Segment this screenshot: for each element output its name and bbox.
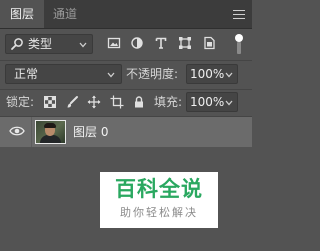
chevron-down-icon xyxy=(107,72,115,78)
divider xyxy=(0,60,252,61)
watermark-title: 百科全说 xyxy=(115,177,203,201)
eye-icon[interactable] xyxy=(9,125,25,137)
tab-layers[interactable]: 图层 xyxy=(0,0,44,28)
blend-mode-value: 正常 xyxy=(14,67,39,81)
watermark-logo: 百科全说 助你轻松解决 xyxy=(100,172,218,228)
filter-kind-select[interactable]: 类型 xyxy=(5,34,93,54)
layer-name[interactable]: 图层 0 xyxy=(73,117,108,147)
toggle-bar xyxy=(237,42,241,54)
layer-thumbnail[interactable] xyxy=(35,120,66,144)
image-filter-icon[interactable] xyxy=(107,36,121,50)
lock-artboard-icon[interactable] xyxy=(110,95,124,109)
opacity-label: 不透明度: xyxy=(126,67,179,81)
opacity-field[interactable]: 100% xyxy=(186,64,238,84)
lock-label: 锁定: xyxy=(6,95,35,109)
lock-fill-row: 锁定: 填充: 100% xyxy=(0,92,252,114)
adjustment-filter-icon[interactable] xyxy=(130,36,144,50)
blend-mode-select[interactable]: 正常 xyxy=(5,64,122,84)
opacity-value: 100% xyxy=(190,67,225,81)
filter-toggle-switch[interactable] xyxy=(235,34,243,54)
divider xyxy=(0,89,252,90)
fill-label: 填充: xyxy=(154,95,183,109)
fill-value: 100% xyxy=(190,95,225,109)
chevron-down-icon[interactable] xyxy=(225,72,233,78)
panel-tab-bar: 图层 通道 xyxy=(0,0,252,29)
smart-object-filter-icon[interactable] xyxy=(202,36,216,50)
type-filter-icon[interactable] xyxy=(154,36,168,50)
lock-image-pixels-icon[interactable] xyxy=(65,95,79,109)
layer-filter-row: 类型 xyxy=(0,34,252,56)
chevron-down-icon xyxy=(79,42,87,48)
lock-position-icon[interactable] xyxy=(87,95,101,109)
toggle-knob xyxy=(235,34,243,42)
lock-transparent-pixels-icon[interactable] xyxy=(43,95,57,109)
watermark-subtitle: 助你轻松解决 xyxy=(120,206,198,219)
search-icon xyxy=(11,38,23,50)
lock-all-icon[interactable] xyxy=(132,95,146,109)
chevron-down-icon[interactable] xyxy=(225,100,233,106)
fill-field[interactable]: 100% xyxy=(186,92,238,112)
layer-separator xyxy=(31,117,32,147)
tab-channels[interactable]: 通道 xyxy=(44,0,86,28)
filter-kind-label: 类型 xyxy=(28,37,53,51)
layers-panel: 图层 通道 类型 正常 不透明度: 100% 锁定: 填充: 100% 图层 0… xyxy=(0,0,252,251)
panel-menu-icon[interactable] xyxy=(233,10,245,20)
blend-opacity-row: 正常 不透明度: 100% xyxy=(0,64,252,86)
shape-filter-icon[interactable] xyxy=(178,36,192,50)
layer-row[interactable]: 图层 0 xyxy=(0,117,252,147)
